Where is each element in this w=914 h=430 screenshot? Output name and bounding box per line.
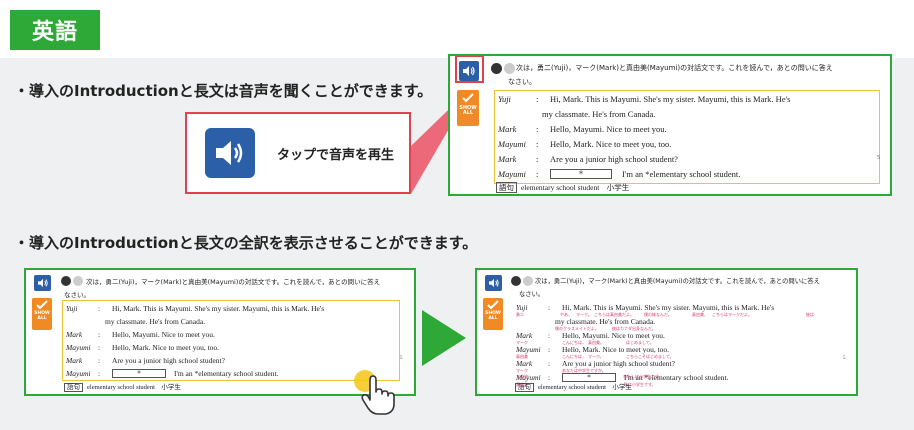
vocab-note: 語句 elementary school student 小学生 (515, 381, 632, 392)
callout-label: タップで音声を再生 (277, 147, 395, 163)
audio-callout: タップで音声を再生 (185, 112, 411, 194)
translation-line: 勇二 やあ， マーク。 こちらは真由美だよ。 僕の妹なんだ。 真由美， こちらは… (516, 312, 814, 317)
instruction-line-2: なさい。 (64, 291, 90, 299)
check-icon (462, 93, 474, 103)
instruction-line-2: なさい。 (519, 291, 545, 298)
answer-blank[interactable]: ＊ (112, 369, 166, 378)
check-icon (487, 300, 499, 310)
passage-translated[interactable]: Yuji : Hi, Mark. This is Mayumi. She's m… (513, 300, 853, 387)
speaker-highlight (455, 56, 484, 83)
section-number-icons (491, 63, 515, 74)
line-number: 5 (400, 356, 403, 361)
pointing-hand-icon (361, 375, 395, 415)
section-number-icons (511, 276, 533, 286)
instruction-line-1: 次は，勇二(Yuji)，マーク(Mark)と真由美(Mayumi)の対話文です。… (86, 278, 381, 286)
passage-box[interactable]: Yuji : Hi, Mark. This is Mayumi. She's m… (494, 90, 880, 184)
vocab-note: 語句 elementary school student 小学生 (64, 381, 181, 392)
feature-audio-text: ・導入のIntroductionと長文は音声を聞くことができます。 (14, 82, 433, 100)
instruction-line-1: 次は，勇二(Yuji)，マーク(Mark)と真由美(Mayumi)の対話文です。… (516, 64, 833, 72)
show-all-button[interactable]: SHOW ALL (483, 298, 503, 330)
subject-tag: 英語 (10, 10, 100, 50)
speaker-button[interactable] (34, 275, 51, 291)
translation-line: 小学生 わたしは小学生です。 (517, 374, 663, 379)
instruction-line-1: 次は，勇二(Yuji)，マーク(Mark)と真由美(Mayumi)の対話文です。… (535, 278, 820, 285)
passage-box[interactable]: Yuji : Hi, Mark. This is Mayumi. She's m… (62, 300, 400, 381)
textbook-page-audio: SHOW ALL 次は，勇二(Yuji)，マーク(Mark)と真由美(Mayum… (448, 54, 892, 196)
feature-translation-text: ・導入のIntroductionと長文の全訳を表示させることができます。 (14, 234, 478, 252)
show-all-button[interactable]: SHOW ALL (457, 90, 479, 126)
line-number: 5 (843, 356, 846, 361)
vocab-note: 語句 elementary school student 小学生 (496, 182, 629, 193)
check-icon (36, 300, 48, 310)
textbook-page-after: SHOW ALL 次は，勇二(Yuji)，マーク(Mark)と真由美(Mayum… (475, 268, 858, 396)
answer-blank[interactable]: ＊ (550, 169, 612, 179)
speaker-button[interactable] (485, 275, 502, 291)
instruction-line-2: なさい。 (508, 78, 536, 86)
line-number: 5 (877, 155, 880, 161)
section-number-icons (61, 276, 83, 286)
speaker-icon (205, 128, 255, 178)
show-all-button[interactable]: SHOW ALL (32, 298, 52, 330)
arrow-right-icon (422, 310, 466, 366)
